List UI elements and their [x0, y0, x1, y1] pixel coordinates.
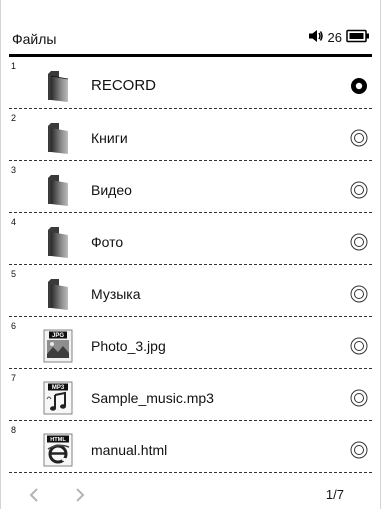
header-bar: Файлы 26 — [9, 26, 372, 57]
item-name: Видео — [91, 182, 132, 198]
radio-unselected-icon[interactable] — [350, 285, 368, 303]
list-item[interactable]: 3 Видео — [9, 161, 372, 213]
folder-icon — [42, 225, 74, 259]
page-title: Файлы — [12, 31, 57, 47]
list-item[interactable]: 4 Фото — [9, 213, 372, 265]
file-browser-screen: Файлы 26 1 RECORD 2 Книги 3 Видео 4 Фото… — [0, 0, 381, 509]
list-item[interactable]: 7 MP3 Sample_music.mp3 — [9, 369, 372, 421]
list-item[interactable]: 8 HTML manual.html — [9, 421, 372, 473]
folder-icon — [42, 277, 74, 311]
item-number: 4 — [11, 217, 17, 227]
pagination-bar: 1/7 — [9, 479, 372, 509]
speaker-icon — [308, 29, 324, 48]
html-badge-text: HTML — [50, 437, 66, 443]
item-name: Книги — [91, 130, 128, 146]
radio-unselected-icon[interactable] — [350, 233, 368, 251]
chevron-left-icon[interactable] — [27, 487, 41, 503]
radio-selected-icon[interactable] — [350, 77, 368, 95]
mp3-badge-text: MP3 — [52, 385, 65, 391]
list-item[interactable]: 6 JPG Photo_3.jpg — [9, 317, 372, 369]
radio-unselected-icon[interactable] — [350, 441, 368, 459]
radio-unselected-icon[interactable] — [350, 389, 368, 407]
mp3-file-icon: MP3 — [42, 381, 74, 415]
item-number: 8 — [11, 425, 17, 435]
page-indicator: 1/7 — [325, 487, 344, 502]
jpg-file-icon: JPG — [42, 329, 74, 363]
item-number: 2 — [11, 113, 17, 123]
file-list: 1 RECORD 2 Книги 3 Видео 4 Фото 5 Музыка… — [9, 57, 372, 479]
list-item[interactable]: 2 Книги — [9, 109, 372, 161]
item-name: Sample_music.mp3 — [91, 390, 214, 406]
battery-icon — [346, 29, 370, 48]
item-number: 5 — [11, 269, 17, 279]
item-name: RECORD — [91, 77, 157, 94]
item-number: 6 — [11, 321, 17, 331]
status-indicators: 26 — [308, 29, 370, 47]
item-name: Музыка — [91, 286, 141, 302]
list-item[interactable]: 1 RECORD — [9, 57, 372, 109]
item-number: 7 — [11, 373, 17, 383]
item-number: 3 — [11, 165, 17, 175]
chevron-right-icon[interactable] — [73, 487, 87, 503]
radio-unselected-icon[interactable] — [350, 181, 368, 199]
item-number: 1 — [11, 61, 17, 71]
radio-unselected-icon[interactable] — [350, 337, 368, 355]
item-name: Фото — [91, 234, 124, 250]
list-item[interactable]: 5 Музыка — [9, 265, 372, 317]
item-name: Photo_3.jpg — [91, 338, 166, 354]
html-file-icon: HTML — [42, 433, 74, 467]
volume-level: 26 — [327, 30, 342, 45]
jpg-badge-text: JPG — [52, 333, 64, 339]
item-name: manual.html — [91, 442, 168, 458]
folder-icon — [42, 121, 74, 155]
radio-unselected-icon[interactable] — [350, 129, 368, 147]
folder-icon — [42, 173, 74, 207]
folder-icon — [42, 69, 74, 103]
